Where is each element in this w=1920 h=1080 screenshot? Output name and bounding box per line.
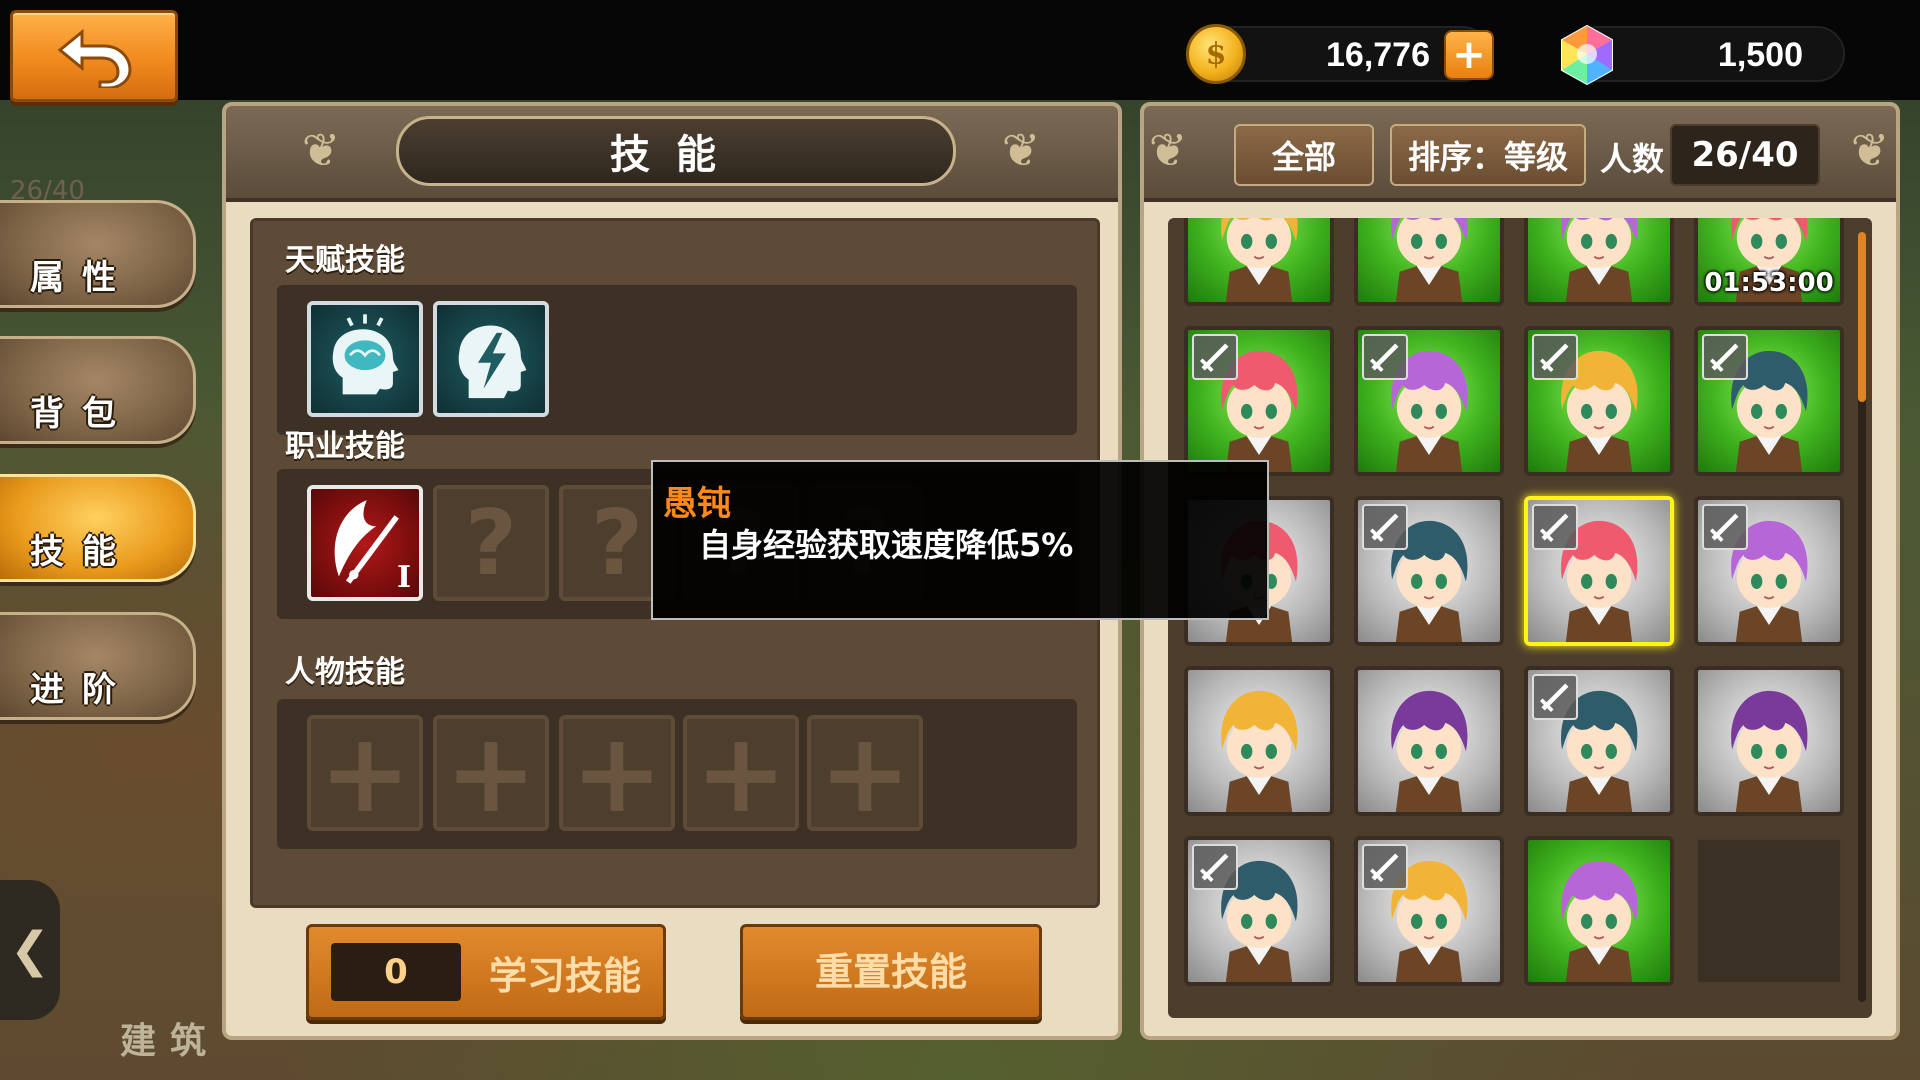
tab-skills[interactable]: 技能 [0,474,196,582]
add-skill-slot[interactable] [559,715,675,831]
hero-card[interactable] [1694,496,1844,646]
hero-card[interactable] [1524,496,1674,646]
sword-lock-icon [1362,504,1408,550]
brain-head-icon [332,314,399,395]
filter-all-button[interactable]: 全部 [1234,124,1374,186]
tab-attributes-label: 属性 [30,258,134,298]
tooltip-description: 自身经验获取速度降低5% [699,526,1074,564]
hero-card[interactable] [1354,666,1504,816]
gold-counter: $ 16,776 + [1186,24,1494,84]
learn-skill-label: 学习技能 [489,954,642,998]
job-skill-level: I [396,560,411,595]
hero-card[interactable] [1694,326,1844,476]
add-gold-button[interactable]: + [1444,30,1494,80]
hero-card[interactable] [1694,666,1844,816]
tab-advance[interactable]: 进阶 [0,612,196,720]
hero-card[interactable] [1354,218,1504,306]
hero-count-value: 26/40 [1670,124,1820,186]
reset-skill-button[interactable]: 重置技能 [740,924,1042,1020]
hero-card[interactable] [1524,836,1674,986]
job-skills-label: 职业技能 [285,429,405,464]
rainbow-gem-icon [1561,24,1613,86]
tab-backpack[interactable]: 背包 [0,336,196,444]
skill-points-count: 0 [331,943,461,1001]
hero-card[interactable]: 01:53:00 [1694,218,1844,306]
right-ornament-icon: ❦ [1001,123,1041,177]
gold-coin-icon: $ [1186,24,1246,84]
sort-button[interactable]: 排序：等级 [1390,124,1586,186]
hero-grid-scrollbar[interactable] [1858,232,1866,1002]
sword-lock-icon [1702,334,1748,380]
sword-lock-icon [1532,504,1578,550]
talent-skills-row [277,285,1077,435]
hero-card[interactable] [1354,836,1504,986]
hero-portrait-icon [1221,218,1298,302]
hero-portrait-icon [1391,690,1468,812]
hero-card[interactable] [1354,496,1504,646]
hero-card[interactable] [1524,326,1674,476]
gem-counter: 1,500 [1561,24,1845,86]
skill-tooltip: 愚钝 自身经验获取速度降低5% [651,460,1269,620]
hero-portrait-icon [1561,860,1638,982]
scrollbar-thumb[interactable] [1858,232,1866,402]
hero-count-label: 人数 [1600,140,1665,178]
job-skill-locked-slot[interactable] [433,485,549,601]
talent-skill-lightning[interactable] [433,301,549,417]
hero-card[interactable] [1184,326,1334,476]
job-skill-slash[interactable]: I [307,485,423,601]
lightning-head-icon [458,325,527,399]
sword-lock-icon [1192,844,1238,890]
back-button[interactable] [10,10,178,102]
sword-lock-icon [1532,674,1578,720]
gold-value: 16,776 [1326,36,1430,74]
hero-portrait-icon [1561,218,1638,302]
add-skill-slot[interactable] [683,715,799,831]
add-skill-slot[interactable] [307,715,423,831]
hero-grid[interactable]: 01:53:00 [1168,218,1872,1018]
hero-panel-header: ❦ 全部 排序：等级 人数 26/40 ❦ [1144,106,1896,202]
hero-portrait-icon [1731,690,1808,812]
hero-card[interactable] [1184,836,1334,986]
sword-lock-icon [1362,334,1408,380]
character-skills-row [277,699,1077,849]
left-ornament-icon: ❦ [301,123,341,177]
talent-skill-brain[interactable] [307,301,423,417]
hero-card[interactable] [1524,218,1674,306]
hero-timer: 01:53:00 [1704,268,1834,298]
gem-value: 1,500 [1717,36,1803,74]
sword-lock-icon [1192,334,1238,380]
sidebar-collapse-arrow[interactable]: ❮ [0,880,60,1020]
add-skill-slot[interactable] [433,715,549,831]
hero-portrait-icon [1221,690,1298,812]
empty-hero-slot[interactable] [1694,836,1844,986]
tab-skills-label: 技能 [30,532,134,572]
sword-lock-icon [1702,504,1748,550]
back-arrow-icon [57,28,132,88]
hero-portrait-icon [1391,218,1468,302]
tooltip-title: 愚钝 [663,484,731,524]
building-label[interactable]: 建筑 [120,1012,220,1064]
hero-card[interactable] [1184,218,1334,306]
learn-skill-button[interactable]: 0 学习技能 [306,924,666,1020]
tab-advance-label: 进阶 [30,670,134,710]
skill-panel-header: ❦ 技能 ❦ [226,106,1118,202]
tab-backpack-label: 背包 [30,394,134,434]
talent-skills-label: 天赋技能 [285,243,405,278]
add-skill-slot[interactable] [807,715,923,831]
right-ornament-icon: ❦ [1850,123,1890,177]
hero-card[interactable] [1184,666,1334,816]
tab-attributes[interactable]: 属性 [0,200,196,308]
character-skills-label: 人物技能 [285,655,405,690]
sword-lock-icon [1362,844,1408,890]
hero-card[interactable] [1354,326,1504,476]
sword-lock-icon [1532,334,1578,380]
left-ornament-icon: ❦ [1148,123,1188,177]
hero-card[interactable] [1524,666,1674,816]
page-title: 技能 [396,116,956,186]
